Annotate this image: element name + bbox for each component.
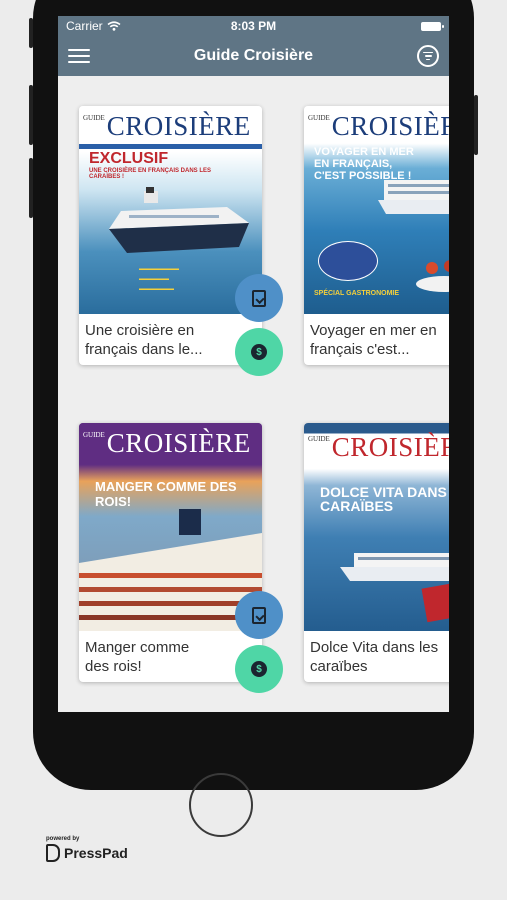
buy-button[interactable]: $ [235, 328, 283, 376]
dollar-coin-icon: $ [251, 344, 267, 360]
cruise-ship-illustration [109, 187, 249, 253]
cover-masthead: CROISIÈRE [106, 111, 251, 141]
cover-masthead: CROISIÈRE [331, 111, 449, 141]
issue-title[interactable]: Dolce Vita dans les caraïbes [310, 638, 440, 676]
issue-cover[interactable]: GUIDE CROISIÈRE EXCLUSIF UNE CROISIÈRE E… [79, 106, 262, 314]
document-download-icon [252, 606, 266, 624]
download-button[interactable] [235, 274, 283, 322]
nav-bar: Guide Croisière [58, 36, 449, 76]
home-button[interactable] [189, 773, 253, 837]
powered-by-label: powered by [46, 836, 80, 842]
cruise-ship-illustration [378, 180, 449, 214]
status-time: 8:03 PM [230, 19, 277, 33]
issue-title[interactable]: Voyager en mer en français c'est... [310, 321, 440, 359]
presspad-logo-icon [46, 844, 60, 862]
presspad-brand: PressPad [64, 845, 128, 861]
issue-card[interactable]: GUIDE CROISIÈRE VOYAGER EN MER EN FRANÇA… [304, 106, 449, 365]
cover-masthead: CROISIÈRE [106, 428, 251, 458]
power-button [474, 95, 478, 155]
app-screen: Carrier 8:03 PM Guide Croisière GUIDE CR… [58, 16, 449, 712]
cover-headline: DOLCE VITA DANS LES CARAÏBES [320, 484, 449, 514]
volume-down-button [29, 158, 33, 218]
issues-grid: GUIDE CROISIÈRE EXCLUSIF UNE CROISIÈRE E… [58, 76, 449, 712]
page-title: Guide Croisière [193, 47, 314, 64]
issue-title[interactable]: Une croisière en français dans le... [85, 321, 215, 359]
issue-card[interactable]: GUIDE CROISIÈRE DOLCE VITA DANS LES CARA… [304, 423, 449, 682]
issue-title[interactable]: Manger comme des rois! [85, 638, 215, 676]
mute-switch [29, 18, 33, 48]
cruise-ship-illustration [340, 553, 449, 581]
issue-card[interactable]: GUIDE CROISIÈRE MANGER COMME DES ROIS! M… [79, 423, 283, 693]
cover-subheadline: SPÉCIAL GASTRONOMIE [314, 290, 400, 297]
issue-cover[interactable]: GUIDE CROISIÈRE MANGER COMME DES ROIS! [79, 423, 262, 631]
buy-button[interactable]: $ [235, 645, 283, 693]
document-download-icon [252, 289, 266, 307]
issue-cover[interactable]: GUIDE CROISIÈRE DOLCE VITA DANS LES CARA… [304, 423, 449, 631]
cover-headline: EXCLUSIF [89, 150, 169, 167]
dollar-coin-icon: $ [251, 661, 267, 677]
presspad-branding: powered by PressPad [46, 836, 128, 862]
download-button[interactable] [235, 591, 283, 639]
volume-up-button [29, 85, 33, 145]
cover-subheadline: UNE CROISIÈRE EN FRANÇAIS DANS LES CARAÏ… [89, 168, 212, 180]
status-bar: Carrier 8:03 PM [58, 16, 449, 36]
filter-icon[interactable] [417, 45, 439, 67]
battery-icon [421, 21, 444, 31]
issue-card[interactable]: GUIDE CROISIÈRE EXCLUSIF UNE CROISIÈRE E… [79, 106, 283, 376]
cover-masthead: CROISIÈRE [331, 432, 449, 462]
hamburger-icon[interactable] [68, 49, 90, 63]
issue-cover[interactable]: GUIDE CROISIÈRE VOYAGER EN MER EN FRANÇA… [304, 106, 449, 314]
